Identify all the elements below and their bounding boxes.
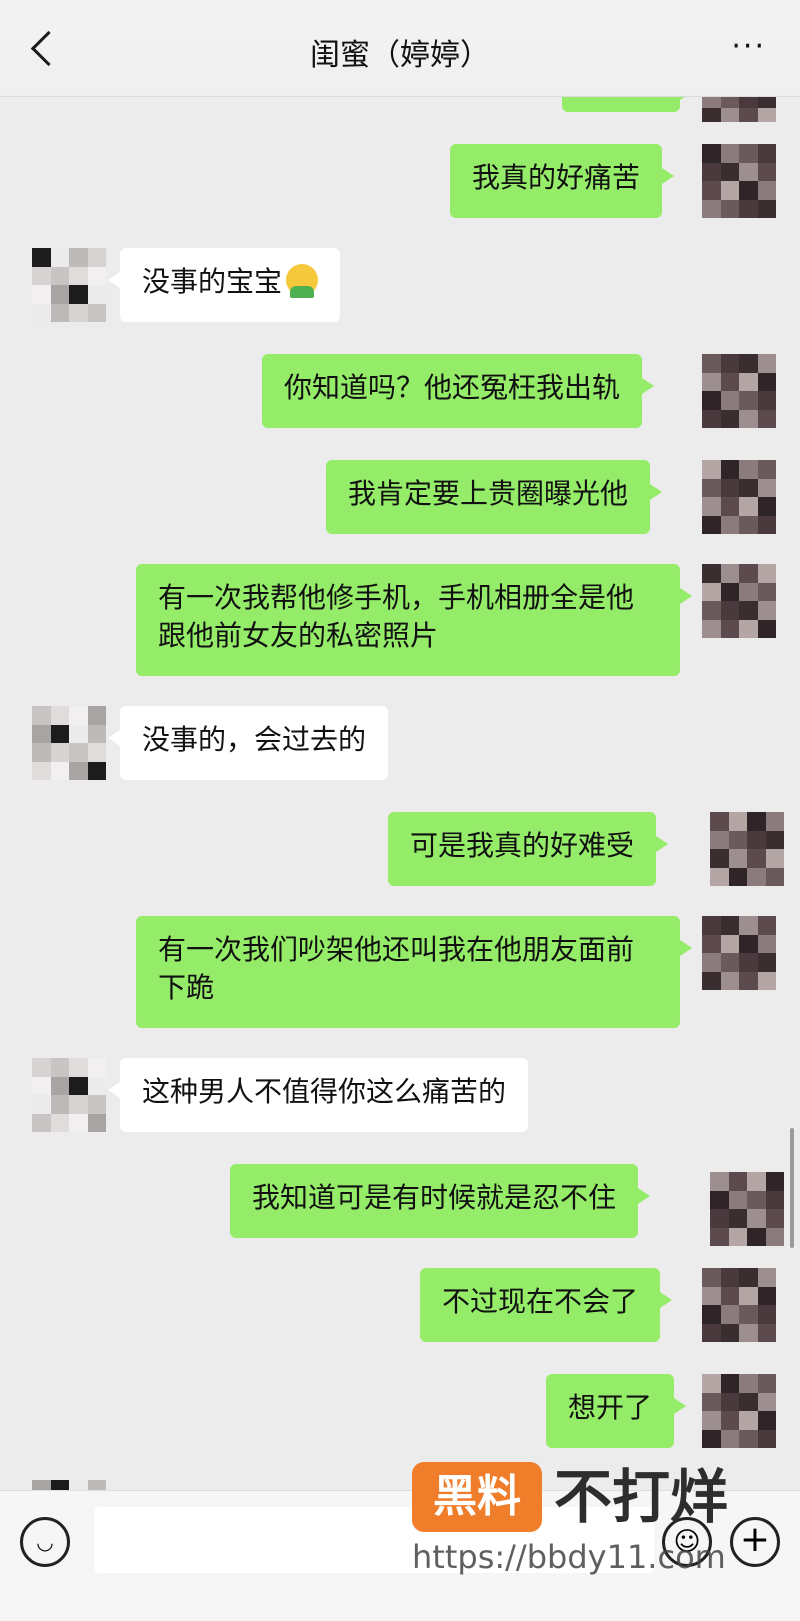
watermark-badge: 黑料 <box>412 1462 542 1532</box>
message-bubble: 可是我真的好难受 <box>388 812 669 886</box>
chat-title: 闺蜜（婷婷） <box>310 38 490 73</box>
message-bubble: 我知道可是有时候就是忍不住 <box>230 1164 651 1238</box>
voice-icon[interactable]: ◡ <box>20 1517 70 1567</box>
message-bubble: 我肯定要上贵圈曝光他 <box>326 460 663 534</box>
message-bubble: 有一次我帮他修手机，手机相册全是他跟他前女友的私密照片 <box>136 564 692 676</box>
avatar <box>702 354 776 428</box>
avatar <box>32 248 106 322</box>
watermark-text: 不打烊 <box>554 1463 729 1531</box>
avatar <box>702 1268 776 1342</box>
avatar <box>702 460 776 534</box>
avatar <box>32 1058 106 1132</box>
watermark-url: https://bbdy11.com <box>412 1538 726 1576</box>
message-bubble: 有一次我们吵架他还叫我在他朋友面前下跪 <box>136 916 692 1028</box>
avatar <box>702 1374 776 1448</box>
message-bubble: 你知道吗？他还冤枉我出轨 <box>262 354 655 428</box>
chat-header: 闺蜜（婷婷） ··· <box>0 0 800 97</box>
scrollbar[interactable] <box>790 1128 794 1248</box>
message-bubble: 想开了 <box>546 1374 687 1448</box>
avatar <box>702 144 776 218</box>
avatar <box>702 564 776 638</box>
avatar <box>710 1172 784 1246</box>
watermark: 黑料 不打烊 https://bbdy11.com <box>412 1462 782 1582</box>
message-bubble: 这种男人不值得你这么痛苦的 <box>107 1058 529 1132</box>
person-emoji-icon <box>286 264 319 298</box>
avatar <box>32 1480 106 1490</box>
message-bubble: 我真的好痛苦 <box>450 144 675 218</box>
message-bubble: 不过现在不会了 <box>420 1268 673 1342</box>
message-bubble: 没事的宝宝 <box>107 248 341 322</box>
message-bubble: 没事的，会过去的 <box>107 706 389 780</box>
avatar <box>710 812 784 886</box>
more-icon[interactable]: ··· <box>731 32 766 62</box>
avatar <box>32 706 106 780</box>
message-list: 我真的好痛苦 没事的宝宝 你知道吗？他还冤枉我出轨 我肯定要上贵圈曝光他 有一次… <box>0 0 800 1620</box>
avatar <box>702 916 776 990</box>
